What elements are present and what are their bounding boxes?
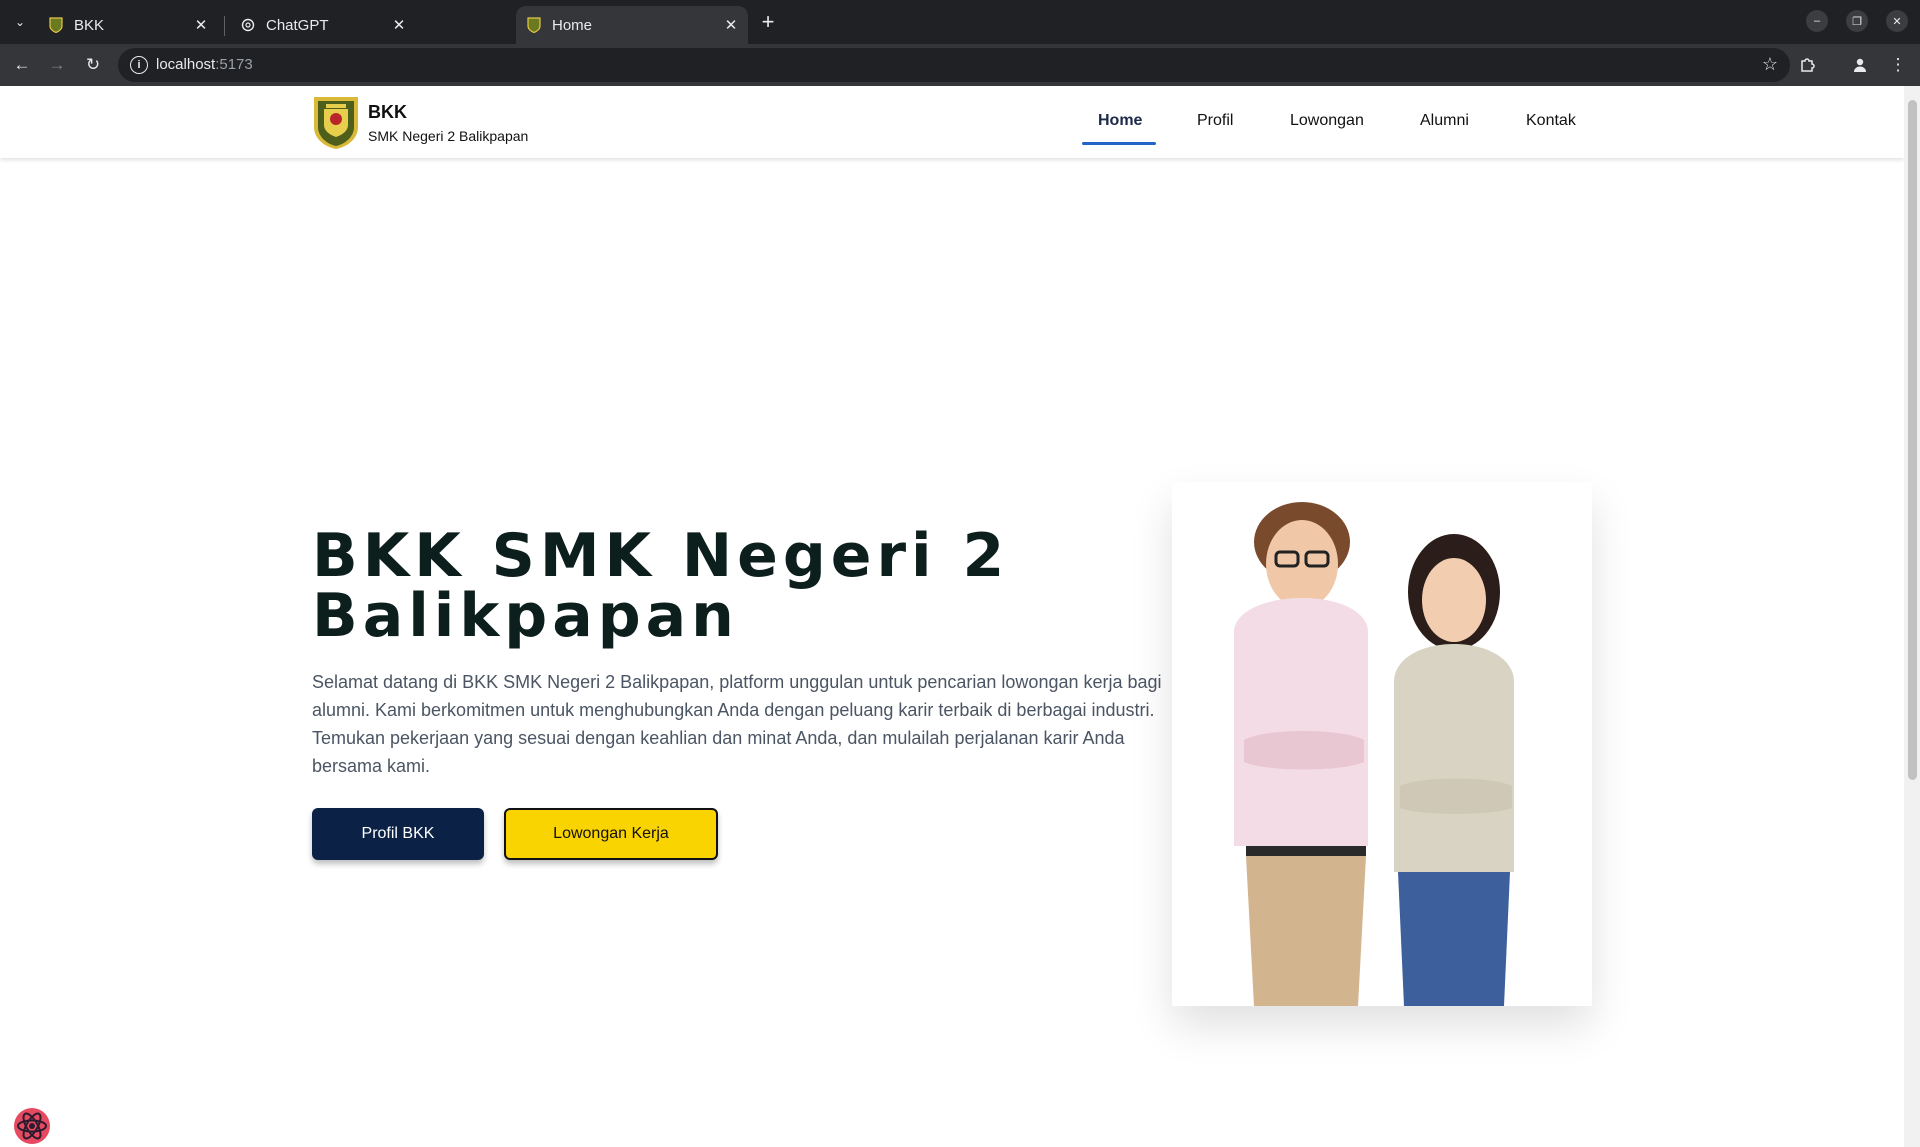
tab-title: Home <box>552 16 593 34</box>
nav-alumni[interactable]: Alumni <box>1420 112 1469 130</box>
brand-title: BKK <box>368 102 407 122</box>
tab-close-icon[interactable]: ✕ <box>720 14 742 36</box>
tab-separator <box>224 16 225 36</box>
shield-favicon-icon <box>526 17 542 33</box>
nav-active-underline <box>1082 142 1156 145</box>
url-host: localhost <box>156 56 216 73</box>
forward-arrow-icon[interactable]: → <box>43 51 71 79</box>
kebab-menu-icon[interactable]: ⋮ <box>1884 51 1912 79</box>
chatgpt-favicon-icon <box>240 17 256 33</box>
back-arrow-icon[interactable]: ← <box>8 51 36 79</box>
browser-toolbar: ← → ↻ i localhost:5173 ☆ ⋮ <box>0 44 1920 86</box>
site-info-icon[interactable]: i <box>130 56 148 74</box>
nav-home[interactable]: Home <box>1098 112 1142 130</box>
brand-subtitle: SMK Negeri 2 Balikpapan <box>368 128 529 144</box>
browser-tab-bkk[interactable]: BKK ✕ <box>38 6 218 44</box>
reload-icon[interactable]: ↻ <box>79 51 107 79</box>
hero-students-image <box>1172 482 1592 1006</box>
browser-tab-bar: ⌄ BKK ✕ ChatGPT ✕ Home ✕ + – ❐ ✕ <box>0 0 1920 44</box>
hero-description: Selamat datang di BKK SMK Negeri 2 Balik… <box>312 672 1162 776</box>
lowongan-kerja-button[interactable]: Lowongan Kerja <box>504 808 718 860</box>
web-page: BKK SMK Negeri 2 Balikpapan Home Profil … <box>0 86 1904 1147</box>
browser-tab-home[interactable]: Home ✕ <box>516 6 748 44</box>
school-crest-logo[interactable] <box>312 95 360 151</box>
close-window-icon[interactable]: ✕ <box>1886 10 1908 32</box>
profil-bkk-button[interactable]: Profil BKK <box>312 808 484 860</box>
react-devtools-icon[interactable] <box>12 1106 52 1146</box>
browser-tab-chatgpt[interactable]: ChatGPT ✕ <box>230 6 416 44</box>
address-bar[interactable]: i localhost:5173 ☆ <box>118 48 1790 82</box>
nav-kontak[interactable]: Kontak <box>1526 112 1576 130</box>
profile-avatar-icon[interactable] <box>1846 51 1874 79</box>
page-scrollbar[interactable] <box>1904 86 1920 1147</box>
site-navbar: BKK SMK Negeri 2 Balikpapan Home Profil … <box>0 86 1904 158</box>
minimize-icon[interactable]: – <box>1806 10 1828 32</box>
tab-title: BKK <box>74 16 105 34</box>
tab-close-icon[interactable]: ✕ <box>190 14 212 36</box>
tab-search-chevron-icon[interactable]: ⌄ <box>8 10 32 34</box>
hero-title: BKK SMK Negeri 2 Balikpapan <box>312 521 1010 651</box>
address-url[interactable]: localhost:5173 <box>156 56 253 73</box>
url-port: :5173 <box>215 56 253 73</box>
extensions-puzzle-icon[interactable] <box>1794 51 1822 79</box>
tab-close-icon[interactable]: ✕ <box>388 14 410 36</box>
nav-lowongan[interactable]: Lowongan <box>1290 112 1364 130</box>
nav-profil[interactable]: Profil <box>1197 112 1233 130</box>
restore-icon[interactable]: ❐ <box>1846 10 1868 32</box>
scrollbar-thumb[interactable] <box>1908 100 1917 780</box>
tab-title: ChatGPT <box>266 16 329 34</box>
bookmark-star-icon[interactable]: ☆ <box>1762 54 1778 75</box>
new-tab-plus-icon[interactable]: + <box>756 9 780 34</box>
shield-favicon-icon <box>48 17 64 33</box>
